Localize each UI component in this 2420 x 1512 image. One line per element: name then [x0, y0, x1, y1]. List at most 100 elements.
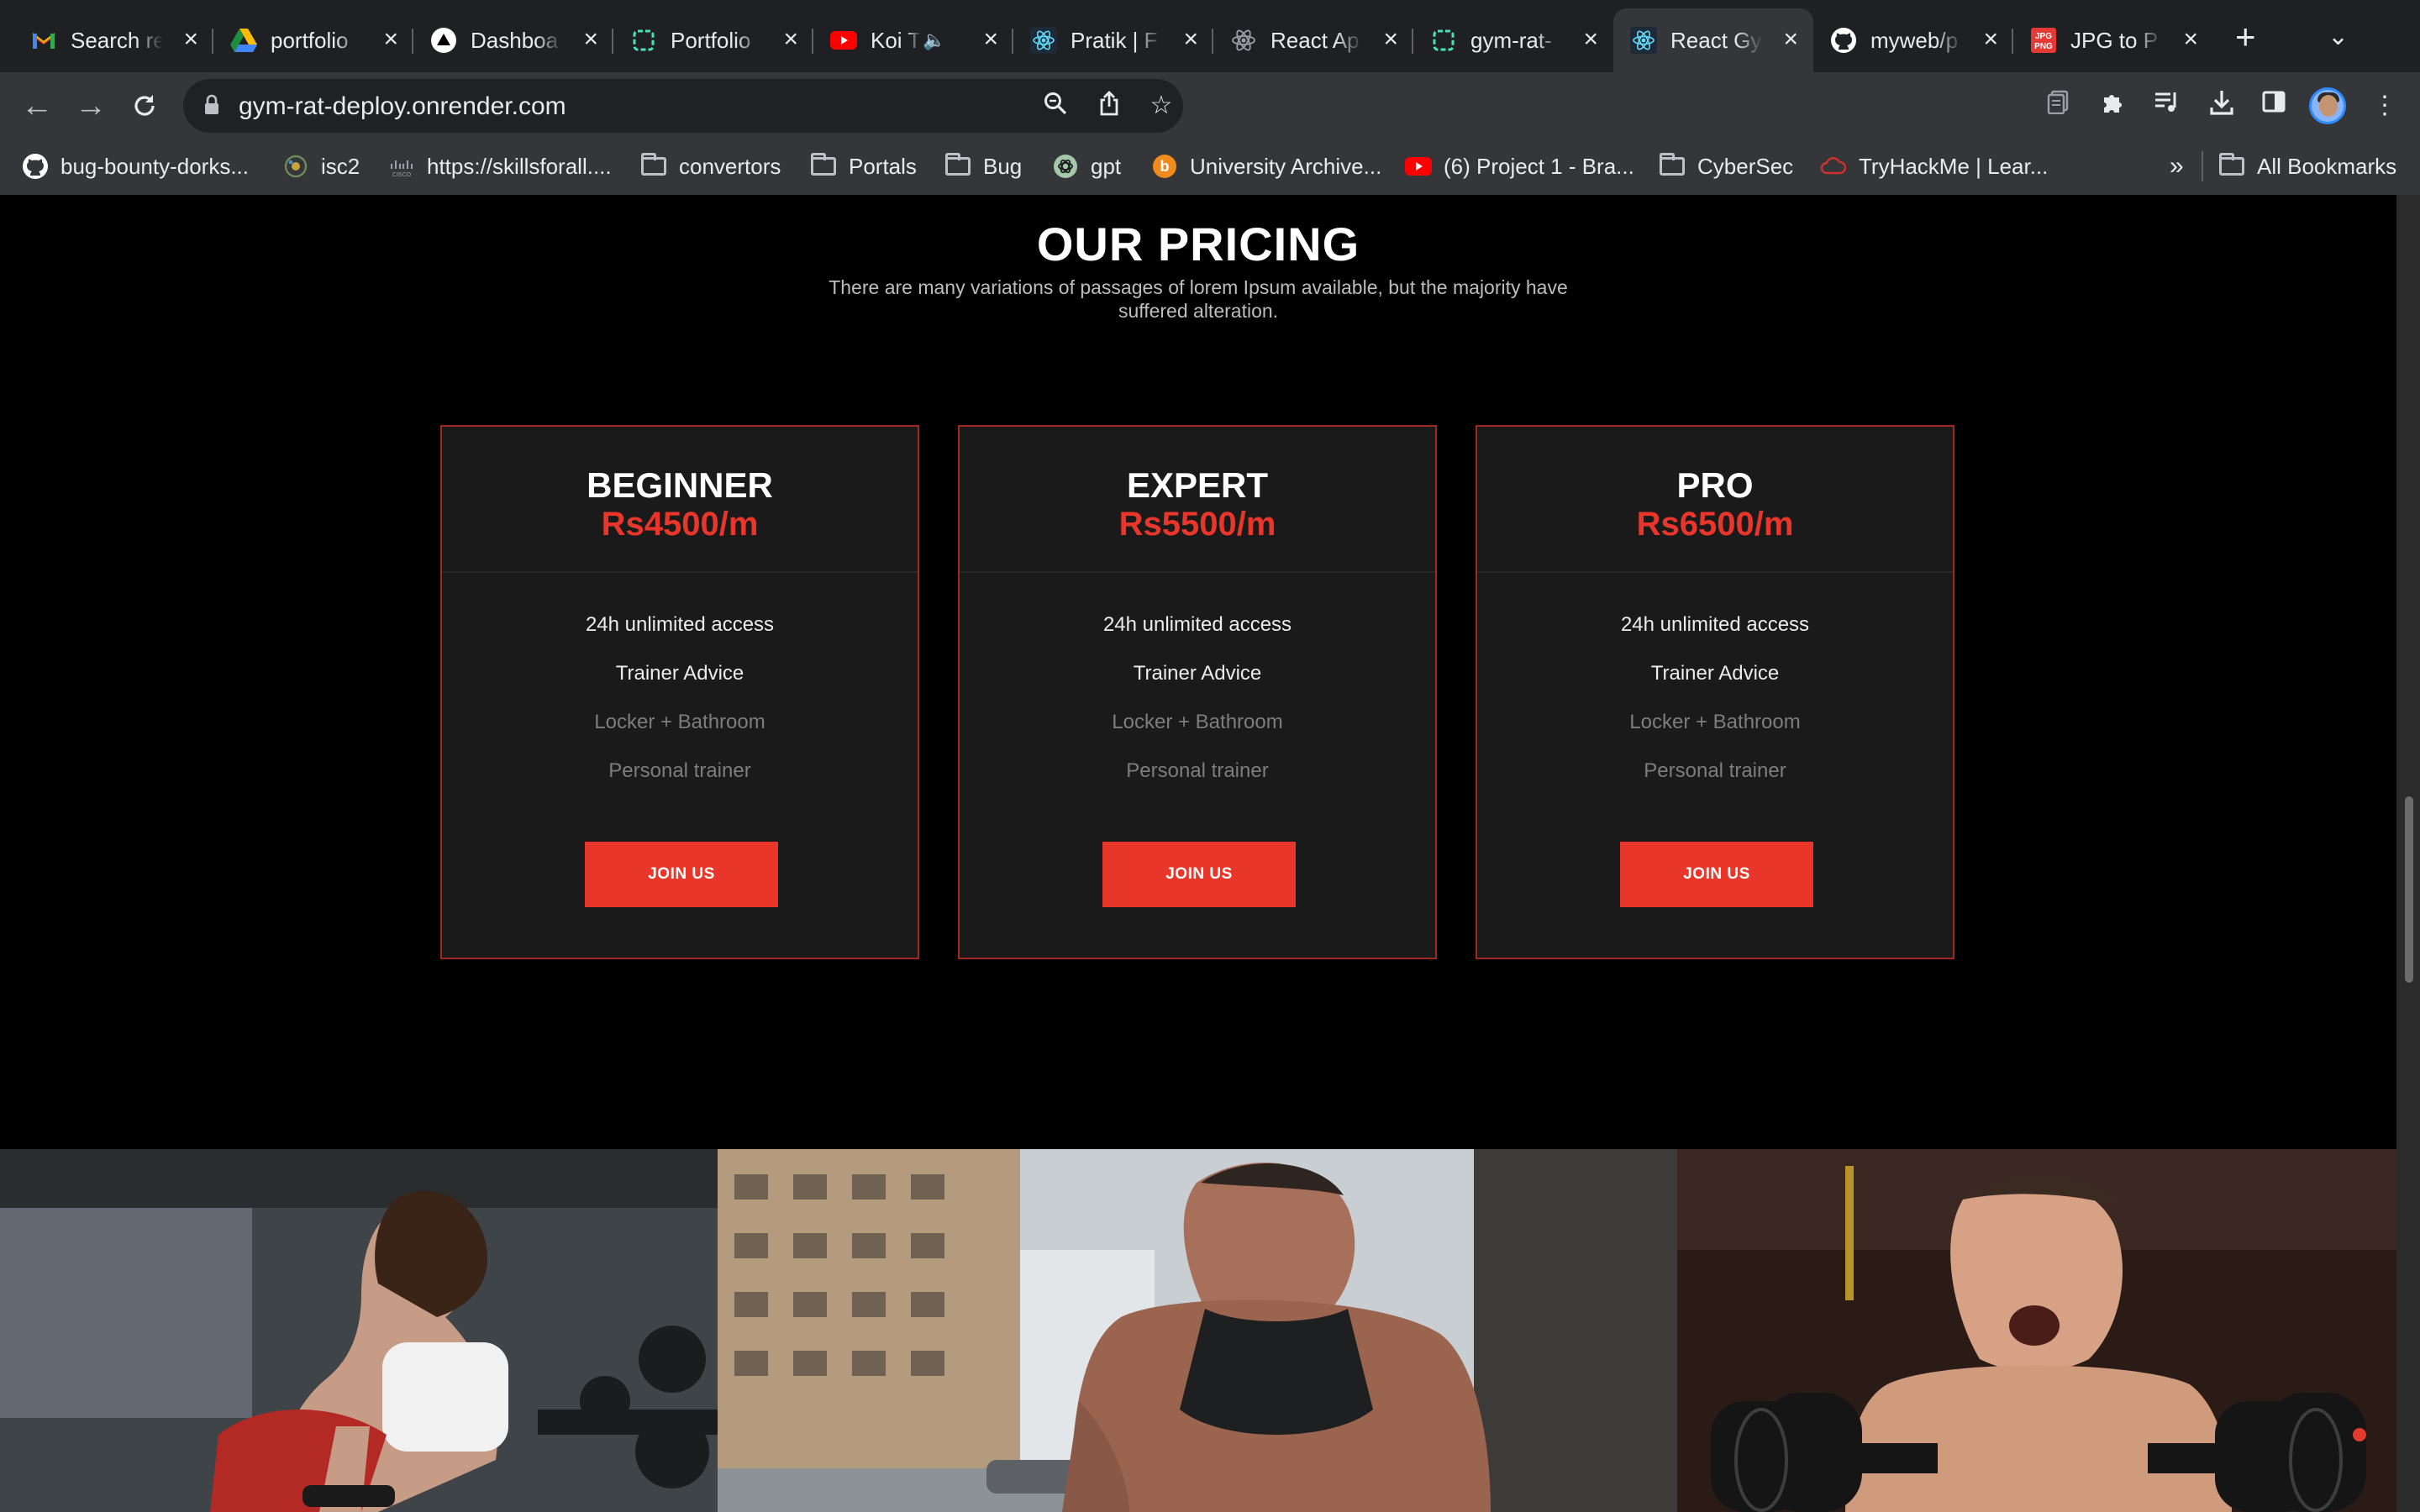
gallery-photo-woman-dumbbell — [0, 1149, 718, 1512]
reading-mode-icon[interactable] — [2042, 89, 2075, 123]
back-button[interactable]: ← — [18, 87, 55, 124]
media-queue-icon[interactable] — [2149, 89, 2183, 123]
close-icon[interactable]: × — [1983, 27, 1998, 52]
close-icon[interactable]: × — [1583, 27, 1598, 52]
tab-react-app[interactable]: React Ap × — [1213, 8, 1413, 72]
bookmark-gpt[interactable]: gpt — [1052, 151, 1121, 181]
bookmark-folder-bug[interactable]: Bug — [944, 151, 1022, 181]
lock-icon[interactable] — [203, 94, 220, 120]
bookmark-project-youtube[interactable]: (6) Project 1 - Bra... — [1405, 151, 1634, 181]
tab-title: portfolio — [271, 27, 349, 53]
react-icon — [1030, 27, 1057, 54]
vercel-icon — [430, 27, 457, 54]
extensions-puzzle-icon[interactable] — [2096, 89, 2129, 123]
close-icon[interactable]: × — [1183, 27, 1198, 52]
bookmark-label: convertors — [679, 153, 781, 179]
tab-youtube-audio[interactable]: Koi T 🔈 × — [813, 8, 1013, 72]
tab-title: Pratik | F — [1071, 27, 1158, 53]
close-icon[interactable]: × — [1783, 27, 1798, 52]
tab-search-chevron-icon[interactable]: ⌄ — [2328, 22, 2349, 51]
github-icon — [1830, 27, 1857, 54]
plan-price: Rs5500/m — [1118, 506, 1276, 543]
bookmark-folder-convertors[interactable]: convertors — [640, 151, 781, 181]
tab-github-myweb[interactable]: myweb/p × — [1813, 8, 2013, 72]
address-bar[interactable]: gym-rat-deploy.onrender.com ☆ — [183, 79, 1183, 133]
tab-portfolio-drive[interactable]: portfolio × — [213, 8, 413, 72]
tab-gmail[interactable]: Search re × — [13, 8, 213, 72]
zoom-icon[interactable] — [1040, 91, 1071, 121]
kebab-menu-icon[interactable]: ⋮ — [2368, 89, 2402, 123]
gmail-icon — [30, 27, 57, 54]
react-icon — [1230, 27, 1257, 54]
bookmark-skillsforall[interactable]: CISCO https://skillsforall.... — [388, 151, 612, 181]
profile-avatar[interactable] — [2309, 87, 2346, 124]
close-icon[interactable]: × — [783, 27, 798, 52]
tryhackme-icon — [1820, 153, 1847, 180]
forward-button[interactable]: → — [72, 87, 109, 124]
plan-price: Rs6500/m — [1636, 506, 1794, 543]
bookmark-tryhackme[interactable]: TryHackMe | Lear... — [1820, 151, 2048, 181]
join-us-button[interactable]: JOIN US — [585, 842, 778, 907]
overflow-label: » — [2170, 152, 2184, 180]
tab-title: JPG to P — [2070, 27, 2159, 53]
tab-title: React Ap — [1270, 27, 1360, 53]
bookmark-isc2[interactable]: isc2 — [282, 151, 360, 181]
tab-dashboard[interactable]: Dashboa × — [413, 8, 613, 72]
feature-item-disabled: Locker + Bathroom — [1629, 711, 1801, 733]
url-text[interactable]: gym-rat-deploy.onrender.com — [239, 92, 566, 121]
close-icon[interactable]: × — [583, 27, 598, 52]
close-icon[interactable]: × — [183, 27, 198, 52]
cisco-icon: CISCO — [388, 153, 415, 180]
folder-icon — [810, 153, 837, 180]
isc2-icon — [282, 153, 309, 180]
render-icon — [1430, 27, 1457, 54]
feature-item: 24h unlimited access — [1620, 613, 1810, 636]
feature-item-disabled: Locker + Bathroom — [1112, 711, 1283, 733]
openai-icon — [1052, 153, 1079, 180]
speaker-icon[interactable]: 🔈 — [923, 29, 945, 51]
bookmark-star-icon[interactable]: ☆ — [1146, 91, 1176, 121]
feature-item: Trainer Advice — [1650, 662, 1780, 685]
b-icon: b — [1151, 153, 1178, 180]
scrollbar-thumb[interactable] — [2405, 796, 2413, 983]
feature-item-disabled: Personal trainer — [1126, 759, 1269, 782]
plan-name: PRO — [1676, 465, 1754, 505]
gallery-photo-man-dumbbells — [1677, 1149, 2396, 1512]
reload-button[interactable] — [126, 87, 163, 124]
pricing-heading: OUR PRICING — [1036, 218, 1360, 270]
bookmark-folder-portals[interactable]: Portals — [810, 151, 917, 181]
github-icon — [22, 153, 49, 180]
join-us-button[interactable]: JOIN US — [1620, 842, 1813, 907]
tab-react-gym-active[interactable]: React Gy × — [1613, 8, 1813, 72]
close-icon[interactable]: × — [383, 27, 398, 52]
bookmark-folder-cybersec[interactable]: CyberSec — [1659, 151, 1793, 181]
card-header: PRO Rs6500/m — [1477, 427, 1953, 573]
tab-title: gym-rat- — [1470, 27, 1552, 53]
tab-jpg-to-png[interactable]: JPG PNG JPG to P × — [2013, 8, 2213, 72]
bookmark-university-archive[interactable]: b University Archive... — [1151, 151, 1381, 181]
share-icon[interactable] — [1094, 91, 1124, 121]
browser-tab-strip: Search re × portfolio × Dashboa × Portfo… — [0, 0, 2420, 72]
plan-price: Rs4500/m — [601, 506, 759, 543]
bookmark-label: TryHackMe | Lear... — [1859, 153, 2049, 179]
plan-name: BEGINNER — [587, 465, 773, 505]
new-tab-button[interactable]: + — [2235, 19, 2256, 55]
close-icon[interactable]: × — [1383, 27, 1398, 52]
close-icon[interactable]: × — [2183, 27, 2198, 52]
tab-pratik[interactable]: Pratik | F × — [1013, 8, 1213, 72]
tab-gym-rat[interactable]: gym-rat- × — [1413, 8, 1613, 72]
downloads-icon[interactable] — [2205, 89, 2238, 123]
page-scrollbar[interactable] — [2396, 195, 2420, 1512]
plan-name: EXPERT — [1126, 465, 1269, 505]
close-icon[interactable]: × — [983, 27, 998, 52]
bookmark-bug-bounty-dorks[interactable]: bug-bounty-dorks... — [22, 151, 249, 181]
tab-title: React Gy — [1670, 27, 1762, 53]
side-panel-icon[interactable] — [2257, 89, 2291, 123]
join-us-button[interactable]: JOIN US — [1102, 842, 1296, 907]
bookmarks-overflow-chevron[interactable]: » — [2170, 151, 2184, 181]
svg-text:CISCO: CISCO — [392, 172, 412, 177]
all-bookmarks-button[interactable]: All Bookmarks — [2218, 151, 2396, 181]
pricing-card-pro: PRO Rs6500/m 24h unlimited access Traine… — [1476, 425, 1954, 959]
tab-portfolio-render[interactable]: Portfolio × — [613, 8, 813, 72]
google-drive-icon — [230, 27, 257, 54]
